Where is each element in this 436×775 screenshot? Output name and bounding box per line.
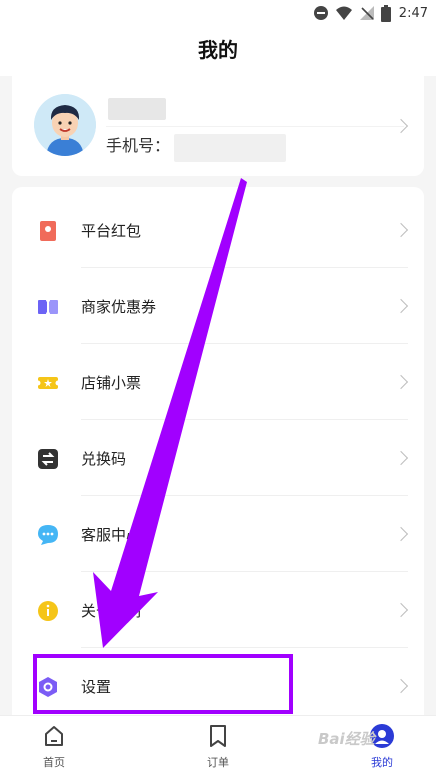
receipt-icon: [37, 377, 59, 389]
wifi-icon: [335, 6, 352, 20]
menu-item-label: 平台红包: [81, 222, 142, 240]
tab-label: 首页: [43, 756, 65, 769]
exchange-icon: [38, 449, 58, 469]
chevron-right-icon: [393, 602, 409, 618]
menu-item-label: 客服中心: [81, 526, 142, 544]
status-time: 2:47: [398, 5, 428, 21]
annotation-highlight-box: [33, 654, 293, 714]
menu-item-store-receipt[interactable]: 店铺小票: [12, 344, 424, 420]
status-bar: 2:47: [0, 0, 436, 26]
header: 我的: [0, 26, 436, 76]
menu-item-label: 关于我们: [81, 602, 142, 620]
watermark: Bai经验: [318, 730, 375, 748]
menu-item-about-us[interactable]: 关于我们: [12, 572, 424, 648]
avatar[interactable]: [34, 94, 96, 156]
menu-item-customer-service[interactable]: 客服中心: [12, 496, 424, 572]
tab-label: 我的: [371, 756, 393, 769]
chevron-right-icon: [393, 118, 409, 134]
red-packet-icon: [40, 221, 56, 241]
chat-bubble-icon: [38, 525, 58, 545]
do-not-disturb-icon: [313, 6, 328, 20]
chevron-right-icon: [393, 374, 409, 390]
menu-item-merchant-coupons[interactable]: 商家优惠券: [12, 268, 424, 344]
phone-number-redacted: [174, 134, 286, 162]
coupon-icon: [38, 298, 58, 316]
tab-orders[interactable]: 订单: [178, 716, 258, 775]
page-title: 我的: [198, 38, 238, 62]
battery-icon: [380, 4, 391, 22]
avatar-cartoon-icon: [34, 94, 96, 156]
menu-item-label: 兑换码: [81, 450, 127, 468]
info-icon: [38, 601, 58, 621]
menu-item-redeem-code[interactable]: 兑换码: [12, 420, 424, 496]
menu-item-platform-red-packet[interactable]: 平台红包: [12, 192, 424, 268]
no-signal-icon: [359, 6, 374, 20]
chevron-right-icon: [393, 298, 409, 314]
status-icons: 2:47: [313, 3, 428, 23]
tab-label: 订单: [207, 756, 229, 769]
phone-label: 手机号：: [106, 136, 171, 155]
chevron-right-icon: [393, 222, 409, 238]
menu-item-label: 店铺小票: [81, 374, 142, 392]
menu-item-label: 商家优惠券: [81, 298, 157, 316]
chevron-right-icon: [393, 450, 409, 466]
profile-divider: [106, 126, 404, 127]
tab-home[interactable]: 首页: [14, 716, 94, 775]
chevron-right-icon: [393, 678, 409, 694]
bookmark-icon: [210, 725, 226, 747]
username-redacted: [108, 98, 166, 120]
profile-card[interactable]: 手机号：: [12, 76, 424, 176]
chevron-right-icon: [393, 526, 409, 542]
home-icon: [45, 726, 63, 746]
